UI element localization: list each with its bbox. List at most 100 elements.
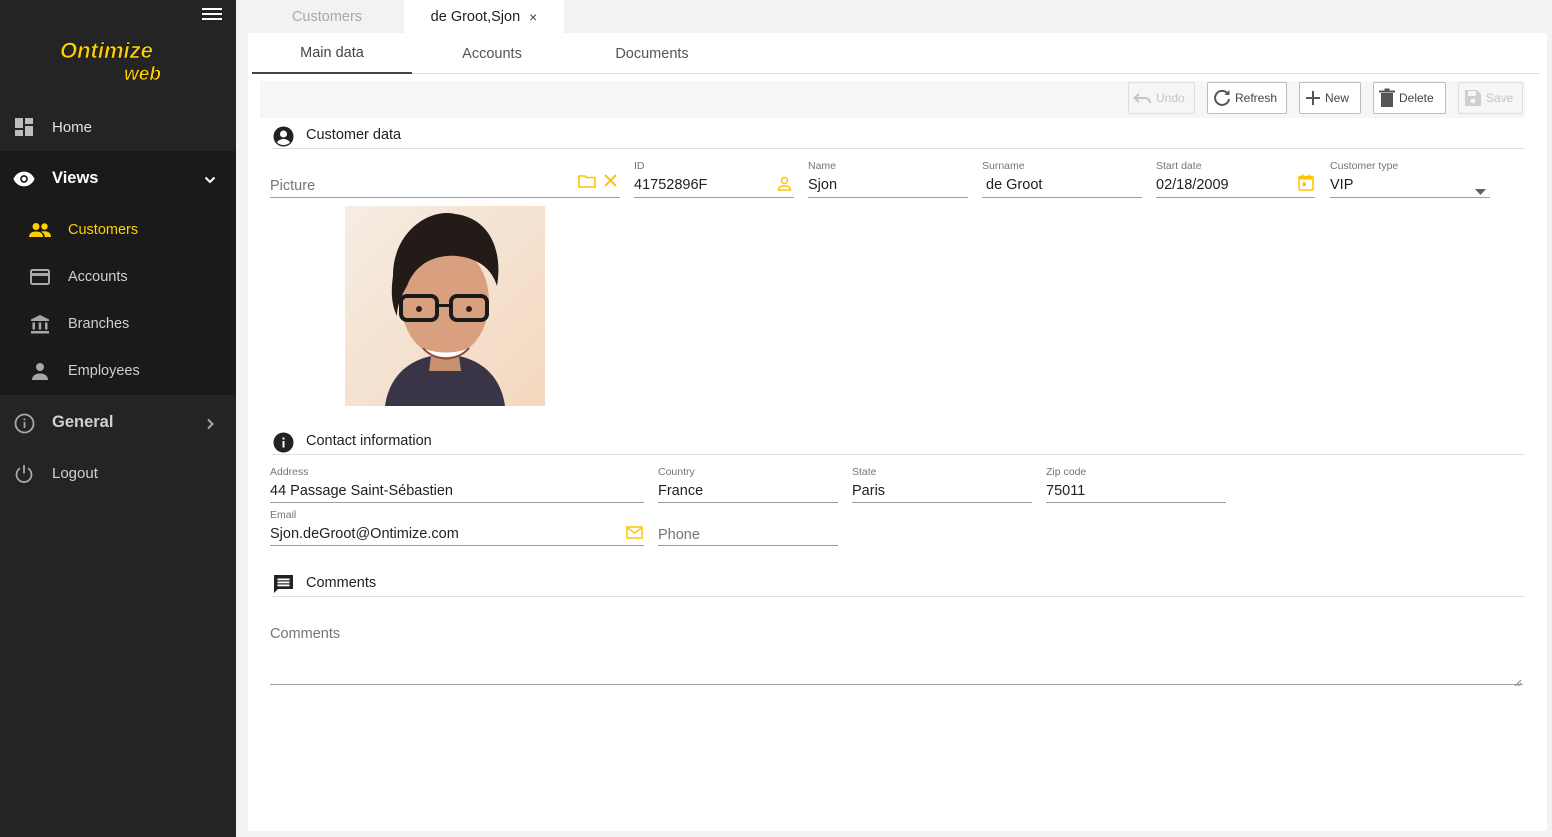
info-outline-icon — [13, 412, 35, 434]
tab-label: de Groot,Sjon — [430, 8, 521, 25]
customer-photo — [345, 206, 545, 406]
country-value: France — [658, 483, 704, 499]
phone-placeholder: Phone — [658, 527, 700, 543]
customer-type-label: Customer type — [1330, 160, 1399, 172]
resize-grip-icon[interactable] — [1514, 674, 1522, 687]
dashboard-icon — [13, 116, 35, 138]
nav-general-label: General — [52, 413, 114, 431]
sidebar: Ontimize web Home Views Customers Accoun… — [0, 0, 236, 837]
section-comments: Comments — [272, 573, 1525, 597]
sidebar-item-label: Employees — [68, 363, 140, 379]
sidebar-item-label: Branches — [68, 316, 130, 332]
dropdown-arrow-icon — [1475, 182, 1486, 200]
nav-views-label: Views — [52, 169, 99, 187]
section-title: Customer data — [306, 126, 402, 143]
svg-text:web: web — [124, 64, 161, 85]
nav-logout-label: Logout — [52, 465, 98, 482]
close-icon[interactable]: × — [529, 9, 537, 25]
email-field[interactable]: Email Sjon.deGroot@Ontimize.com — [270, 509, 644, 546]
detail-content: Main data Accounts Documents Undo Refres… — [248, 33, 1547, 831]
comments-textarea[interactable]: Comments — [270, 621, 1523, 687]
delete-label: Delete — [1399, 91, 1434, 105]
address-field[interactable]: Address 44 Passage Saint-Sébastien — [270, 466, 644, 503]
sidebar-item-label: Accounts — [68, 269, 128, 285]
person-icon — [29, 360, 51, 382]
sidebar-item-customers[interactable]: Customers — [0, 207, 236, 254]
new-label: New — [1325, 91, 1350, 105]
refresh-button[interactable]: Refresh — [1207, 82, 1287, 114]
people-icon — [29, 219, 51, 241]
svg-text:Ontimize: Ontimize — [60, 38, 153, 63]
power-icon — [13, 463, 35, 485]
mail-icon[interactable] — [626, 526, 643, 544]
nav-views[interactable]: Views — [0, 151, 236, 207]
surname-label: Surname — [982, 160, 1025, 172]
tab-customer-detail[interactable]: de Groot,Sjon × — [404, 0, 564, 33]
surname-field[interactable]: Surname de Groot — [982, 160, 1142, 198]
email-value: Sjon.deGroot@Ontimize.com — [270, 526, 459, 542]
start-date-value: 02/18/2009 — [1156, 177, 1229, 193]
email-label: Email — [270, 509, 297, 521]
id-value: 41752896F — [634, 177, 708, 193]
undo-button[interactable]: Undo — [1128, 82, 1195, 114]
sidebar-item-accounts[interactable]: Accounts — [0, 254, 236, 301]
sidebar-item-label: Customers — [68, 222, 139, 238]
calendar-icon[interactable] — [1298, 174, 1314, 196]
tab-main-data[interactable]: Main data — [252, 33, 412, 74]
eye-icon — [13, 168, 35, 190]
refresh-label: Refresh — [1235, 91, 1278, 105]
nav-home[interactable]: Home — [0, 105, 236, 149]
sidebar-item-branches[interactable]: Branches — [0, 301, 236, 348]
tab-documents[interactable]: Documents — [572, 33, 732, 74]
country-field[interactable]: Country France — [658, 466, 838, 503]
state-label: State — [852, 466, 877, 478]
state-field[interactable]: State Paris — [852, 466, 1032, 503]
chevron-down-icon — [204, 173, 216, 185]
zip-code-value: 75011 — [1046, 483, 1086, 499]
new-button[interactable]: New — [1299, 82, 1361, 114]
save-label: Save — [1486, 91, 1514, 105]
zip-code-field[interactable]: Zip code 75011 — [1046, 466, 1226, 503]
undo-icon — [1133, 93, 1151, 104]
tab-accounts[interactable]: Accounts — [412, 33, 572, 74]
sidebar-item-employees[interactable]: Employees — [0, 348, 236, 395]
plus-icon — [1306, 91, 1320, 105]
delete-button[interactable]: Delete — [1373, 82, 1446, 114]
info-icon — [272, 432, 294, 454]
bank-icon — [29, 313, 51, 335]
save-button[interactable]: Save — [1458, 82, 1523, 114]
name-value: Sjon — [808, 177, 838, 193]
start-date-label: Start date — [1156, 160, 1202, 172]
account-circle-icon — [272, 126, 294, 148]
phone-field[interactable]: Phone — [658, 509, 838, 546]
address-label: Address — [270, 466, 309, 478]
person-outline-icon — [777, 176, 792, 196]
tab-label: Customers — [291, 8, 363, 25]
picture-field[interactable]: Picture — [270, 164, 620, 198]
menu-toggle-icon[interactable] — [202, 6, 222, 22]
undo-label: Undo — [1156, 91, 1185, 105]
nav-logout[interactable]: Logout — [0, 452, 236, 496]
comments-placeholder: Comments — [270, 626, 341, 642]
start-date-field[interactable]: Start date 02/18/2009 — [1156, 160, 1315, 198]
name-label: Name — [808, 160, 837, 172]
credit-card-icon — [29, 266, 51, 288]
form-toolbar: Undo Refresh New Delete Save — [260, 81, 1525, 118]
detail-subtabs: Main data Accounts Documents — [252, 33, 1540, 74]
section-customer-data: Customer data — [272, 125, 1525, 149]
folder-icon[interactable] — [578, 174, 596, 193]
refresh-icon — [1214, 89, 1230, 106]
section-title: Contact information — [306, 432, 432, 449]
id-label: ID — [634, 160, 645, 172]
nav-general[interactable]: General — [0, 400, 236, 446]
id-field[interactable]: ID 41752896F — [634, 160, 794, 198]
tab-customers-list[interactable]: Customers — [250, 0, 404, 33]
clear-icon[interactable] — [603, 173, 618, 193]
state-value: Paris — [852, 483, 886, 499]
name-field[interactable]: Name Sjon — [808, 160, 968, 198]
app-logo: Ontimize web — [58, 36, 178, 86]
top-tabbar: Customers de Groot,Sjon × — [250, 0, 564, 33]
customer-type-select[interactable]: Customer type VIP — [1330, 160, 1490, 198]
surname-value: de Groot — [986, 177, 1043, 193]
trash-icon — [1379, 88, 1395, 107]
